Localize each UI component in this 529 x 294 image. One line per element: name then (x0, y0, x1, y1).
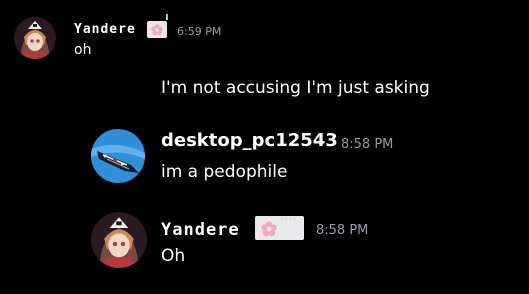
chat-log: Yandere 6:59 PM oh I'm not accusing I'm … (0, 0, 529, 294)
badge-tag: ᶠᶠᶠᶠ (280, 217, 297, 225)
message-text: I'm not accusing I'm just asking (161, 78, 430, 98)
timestamp: 8:58 PM (316, 223, 369, 238)
user-avatar[interactable] (91, 212, 147, 268)
message-text: oh (74, 42, 92, 58)
username[interactable]: Yandere (161, 220, 240, 240)
timestamp: 8:58 PM (341, 137, 394, 152)
message-text: Oh (161, 246, 186, 266)
cherry-blossom-icon (147, 21, 167, 38)
username[interactable]: desktop_pc12543 (161, 130, 338, 151)
user-avatar[interactable] (91, 129, 145, 183)
username[interactable]: Yandere (74, 22, 136, 37)
badge-tick (166, 14, 168, 20)
user-avatar[interactable] (14, 17, 56, 59)
cherry-blossom-icon: ᶠᶠᶠᶠ (255, 216, 304, 240)
timestamp: 6:59 PM (177, 25, 222, 38)
message-text: im a pedophile (161, 162, 288, 182)
